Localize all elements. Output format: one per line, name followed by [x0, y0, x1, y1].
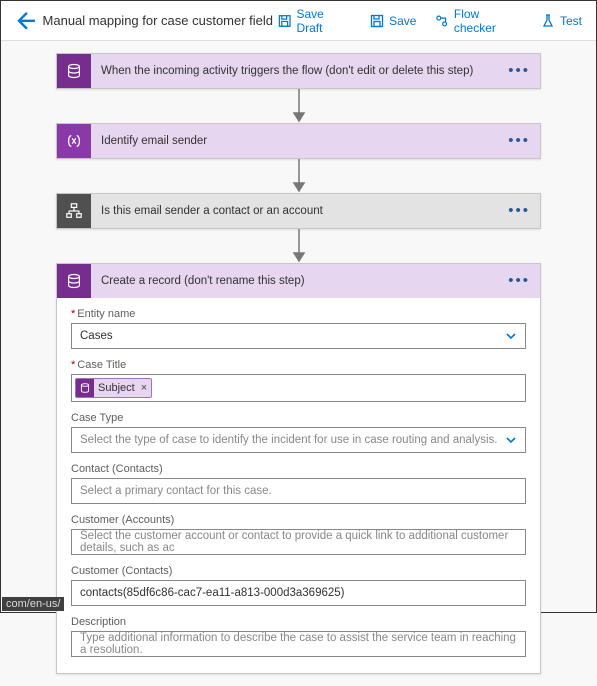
page-title: Manual mapping for case customer field: [43, 13, 274, 28]
database-icon: [57, 264, 91, 298]
step-menu-button[interactable]: •••: [508, 136, 530, 146]
save-button[interactable]: Save: [365, 4, 420, 38]
step-menu-button[interactable]: •••: [508, 206, 530, 216]
flow-connector: [56, 89, 541, 123]
field-contact: Contact (Contacts) Select a primary cont…: [71, 463, 526, 504]
field-case-type: Case Type Select the type of case to ide…: [71, 412, 526, 453]
case-title-input[interactable]: Subject ×: [71, 374, 526, 402]
dynamic-token-subject[interactable]: Subject ×: [75, 378, 152, 398]
customer-contacts-input[interactable]: contacts(85df6c86-cac7-ea11-a813-000d3a3…: [71, 580, 526, 606]
field-entity-name: *Entity name Cases: [71, 308, 526, 349]
step-title: Create a record (don't rename this step): [91, 275, 508, 287]
step-title: Identify email sender: [91, 135, 508, 147]
condition-icon: [57, 194, 91, 228]
save-draft-button[interactable]: Save Draft: [273, 4, 355, 38]
top-toolbar: Manual mapping for case customer field S…: [1, 1, 596, 41]
step-menu-button[interactable]: •••: [508, 276, 530, 286]
entity-name-select[interactable]: Cases: [71, 323, 526, 349]
flow-connector: [56, 229, 541, 263]
link-preview: com/en-us/: [2, 597, 64, 611]
contact-input[interactable]: Select a primary contact for this case.: [71, 478, 526, 504]
chevron-down-icon: [505, 434, 517, 446]
step-title: When the incoming activity triggers the …: [91, 65, 508, 77]
save-icon: [369, 13, 385, 29]
field-description: Description Type additional information …: [71, 616, 526, 657]
token-remove-button[interactable]: ×: [141, 382, 147, 394]
flow-checker-button[interactable]: Flow checker: [430, 4, 526, 38]
database-icon: [57, 54, 91, 88]
chevron-down-icon: [505, 330, 517, 342]
step-title: Is this email sender a contact or an acc…: [91, 205, 508, 217]
flow-canvas: When the incoming activity triggers the …: [1, 41, 596, 686]
flow-checker-icon: [434, 13, 449, 29]
field-customer-accounts: Customer (Accounts) Select the customer …: [71, 514, 526, 555]
field-customer-contacts: Customer (Contacts) contacts(85df6c86-ca…: [71, 565, 526, 606]
test-flask-icon: [540, 13, 556, 29]
step-menu-button[interactable]: •••: [508, 66, 530, 76]
back-button[interactable]: [11, 8, 37, 34]
action-toolbar: Save Draft Save Flow checker Test: [273, 4, 586, 38]
description-input[interactable]: Type additional information to describe …: [71, 631, 526, 657]
test-button[interactable]: Test: [536, 4, 586, 38]
arrow-left-icon: [11, 8, 37, 34]
step-condition[interactable]: Is this email sender a contact or an acc…: [56, 193, 541, 229]
field-case-title: *Case Title Subject ×: [71, 359, 526, 402]
customer-accounts-input[interactable]: Select the customer account or contact t…: [71, 529, 526, 555]
step-header[interactable]: Create a record (don't rename this step)…: [57, 264, 540, 298]
flow-connector: [56, 159, 541, 193]
case-type-select[interactable]: Select the type of case to identify the …: [71, 427, 526, 453]
step-create-record: Create a record (don't rename this step)…: [56, 263, 541, 674]
step-identify-sender[interactable]: Identify email sender •••: [56, 123, 541, 159]
variable-icon: [57, 124, 91, 158]
step-trigger[interactable]: When the incoming activity triggers the …: [56, 53, 541, 89]
step-body: *Entity name Cases *Case Title: [57, 298, 540, 673]
save-draft-icon: [277, 13, 292, 29]
database-icon: [76, 379, 94, 397]
